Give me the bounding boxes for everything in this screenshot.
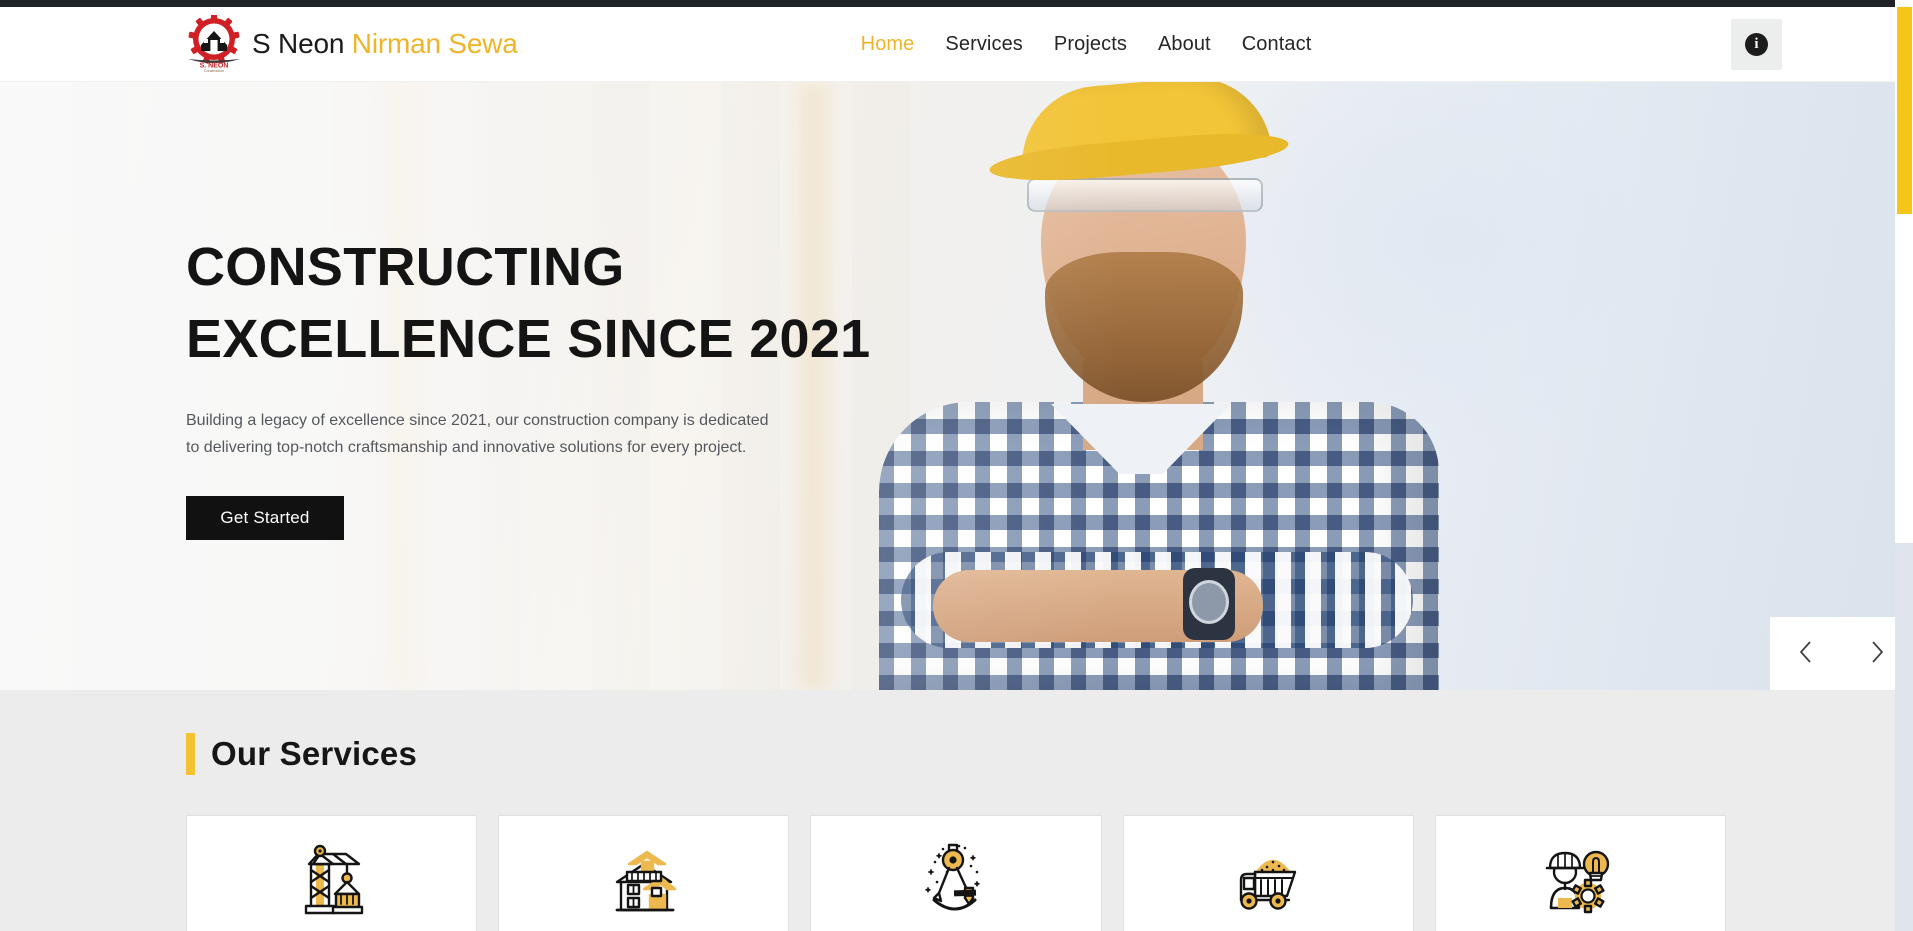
tower-crane-icon — [291, 842, 373, 924]
service-card-consulting[interactable] — [1434, 815, 1727, 931]
services-card-grid — [186, 815, 1727, 931]
service-card-materials[interactable] — [1122, 815, 1414, 931]
chevron-right-icon — [1867, 639, 1887, 668]
carousel-prev-button[interactable] — [1784, 632, 1828, 676]
nav-item-about[interactable]: About — [1158, 33, 1211, 56]
info-button[interactable]: i — [1731, 18, 1782, 70]
service-card-building[interactable] — [498, 815, 790, 931]
hero-title: CONSTRUCTING EXCELLENCE SINCE 2021 — [186, 232, 870, 376]
header-actions: i — [1731, 18, 1782, 70]
chevron-left-icon — [1796, 639, 1816, 668]
services-title: Our Services — [211, 735, 418, 772]
worker-idea-gear-icon — [1539, 842, 1621, 924]
dump-truck-icon — [1227, 842, 1309, 924]
site-header: S. NEON Construction S Neon Nirman Sewa … — [0, 7, 1895, 82]
svg-text:Construction: Construction — [204, 69, 224, 73]
house-building-icon — [603, 842, 685, 924]
get-started-button[interactable]: Get Started — [186, 495, 344, 540]
page-scrollbar[interactable] — [1895, 0, 1913, 931]
gear-house-logo-icon: S. NEON Construction — [186, 15, 242, 73]
nav-item-home[interactable]: Home — [861, 33, 915, 56]
services-section: Our Services — [0, 690, 1913, 931]
browser-viewport: S. NEON Construction S Neon Nirman Sewa … — [0, 0, 1913, 931]
info-circle-icon: i — [1745, 32, 1768, 56]
hero-carousel-controls — [1770, 617, 1913, 690]
services-section-header: Our Services — [186, 733, 1913, 775]
nav-item-projects[interactable]: Projects — [1054, 33, 1127, 56]
page-scrollbar-thumb[interactable] — [1897, 7, 1912, 214]
compass-drafting-icon — [915, 842, 997, 924]
nav-item-services[interactable]: Services — [945, 33, 1023, 56]
hero-description: Building a legacy of excellence since 20… — [186, 411, 769, 457]
browser-chrome-strip — [0, 0, 1913, 7]
hero-title-line-2: EXCELLENCE SINCE 2021 — [186, 308, 871, 369]
main-navigation: Home Services Projects About Contact — [861, 33, 1312, 56]
service-card-design[interactable] — [810, 815, 1102, 931]
service-card-crane[interactable] — [186, 815, 478, 931]
hero-title-line-1: CONSTRUCTING — [186, 237, 625, 298]
nav-item-contact[interactable]: Contact — [1242, 33, 1312, 56]
carousel-next-button[interactable] — [1855, 632, 1899, 676]
worker-wristwatch-face — [1189, 580, 1229, 624]
hero-content: CONSTRUCTING EXCELLENCE SINCE 2021 Build… — [186, 82, 870, 690]
brand-name-primary: S Neon — [252, 28, 345, 59]
brand-logo[interactable]: S. NEON Construction S Neon Nirman Sewa — [186, 15, 518, 73]
section-accent-bar — [186, 733, 195, 775]
brand-name-accent: Nirman Sewa — [351, 28, 518, 59]
hero-section: CONSTRUCTING EXCELLENCE SINCE 2021 Build… — [0, 82, 1913, 690]
brand-name: S Neon Nirman Sewa — [252, 28, 518, 60]
